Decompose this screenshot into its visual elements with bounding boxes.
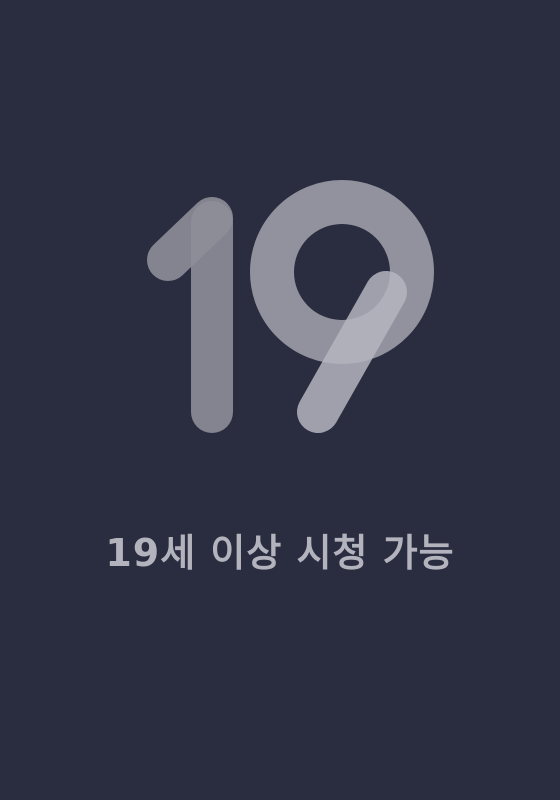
age-19-graphic [147, 180, 434, 433]
age-restriction-notice: 19세 이상 시청 가능 [105, 531, 455, 575]
age-19-restriction-icon [120, 180, 440, 460]
digit-one-shape [147, 197, 233, 433]
digit-nine-shape [250, 180, 434, 433]
age-restriction-screen: 19세 이상 시청 가능 [0, 0, 560, 800]
